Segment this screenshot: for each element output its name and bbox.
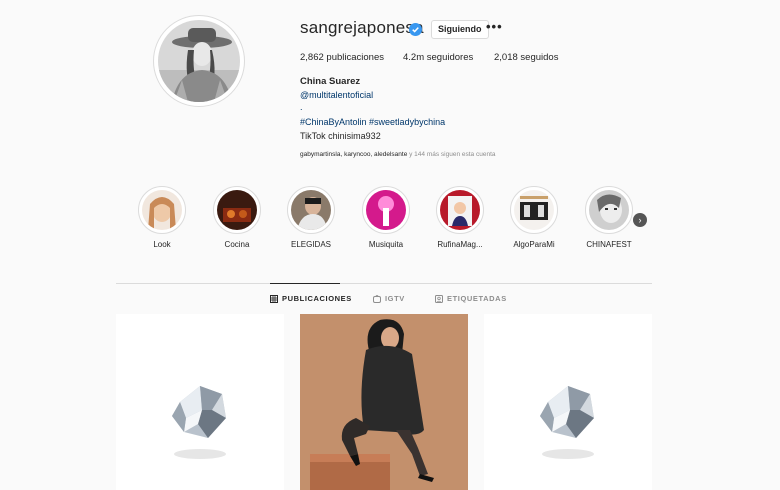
highlight-ring	[287, 186, 335, 234]
tab-tagged-label: ETIQUETADAS	[447, 294, 507, 303]
posts-value: 2,862	[300, 52, 324, 63]
highlight-ring	[213, 186, 261, 234]
tab-tagged[interactable]: ETIQUETADAS	[435, 294, 507, 303]
profile-username: sangrejaponesa	[300, 18, 424, 37]
highlight-thumbnail	[291, 190, 331, 230]
following-label: seguidos	[520, 52, 559, 63]
highlight-chinafest[interactable]: CHINAFEST	[584, 186, 634, 249]
highlight-ring	[585, 186, 633, 234]
profile-full-name: China Suarez	[300, 76, 361, 87]
avatar[interactable]	[158, 20, 240, 102]
highlight-cocina[interactable]: Cocina	[212, 186, 262, 249]
highlight-look[interactable]: Look	[137, 186, 187, 249]
tab-igtv[interactable]: IGTV	[373, 294, 405, 303]
highlight-label: CHINAFEST	[586, 240, 632, 249]
bio-dot: .	[300, 102, 303, 112]
highlight-label: Cocina	[224, 240, 250, 249]
highlight-label: Look	[153, 240, 171, 249]
followed-by-names: gabymartinsla, karyncoo, aledelsante	[300, 151, 408, 158]
tagged-icon	[435, 294, 443, 303]
highlight-rufinamag[interactable]: RufinaMag...	[435, 186, 485, 249]
tab-posts[interactable]: PUBLICACIONES	[270, 294, 352, 303]
following-button[interactable]: Siguiendo	[431, 20, 489, 39]
following-count[interactable]: 2,018 seguidos	[494, 52, 558, 63]
highlight-musiquita[interactable]: Musiquita	[361, 186, 411, 249]
diamond-image	[484, 314, 652, 490]
highlight-label: RufinaMag...	[437, 240, 483, 249]
followed-by-rest: y 144 más siguen esta cuenta	[409, 151, 496, 158]
highlight-label: ELEGIDAS	[290, 240, 331, 249]
followed-by[interactable]: gabymartinsla, karyncoo, aledelsante y 1…	[300, 151, 496, 158]
highlight-ring	[436, 186, 484, 234]
post-thumbnail-2[interactable]	[300, 314, 468, 490]
fashion-photo	[300, 314, 468, 490]
highlight-label: AlgoParaMi	[513, 240, 555, 249]
grid-icon	[270, 294, 278, 303]
verified-badge-icon	[409, 23, 422, 36]
highlight-thumbnail	[142, 190, 182, 230]
posts-label: publicaciones	[326, 52, 384, 63]
posts-count: 2,862 publicaciones	[300, 52, 384, 63]
highlight-algoparami[interactable]: AlgoParaMi	[509, 186, 559, 249]
highlight-thumbnail	[217, 190, 257, 230]
more-options-icon[interactable]: •••	[486, 19, 503, 34]
tab-posts-label: PUBLICACIONES	[282, 294, 352, 303]
tab-igtv-label: IGTV	[385, 294, 405, 303]
highlight-thumbnail	[366, 190, 406, 230]
highlight-thumbnail	[589, 190, 629, 230]
followers-value: 4.2m	[403, 52, 425, 63]
bio-tiktok: TikTok chinisima932	[300, 131, 381, 141]
diamond-image	[116, 314, 284, 490]
highlight-ring	[138, 186, 186, 234]
followers-label: seguidores	[426, 52, 474, 63]
chevron-right-icon[interactable]: ›	[633, 213, 647, 227]
active-tab-indicator	[270, 283, 340, 284]
highlight-elegidas[interactable]: ELEGIDAS	[286, 186, 336, 249]
following-value: 2,018	[494, 52, 518, 63]
highlight-thumbnail	[440, 190, 480, 230]
highlight-ring	[510, 186, 558, 234]
post-thumbnail-3[interactable]	[484, 314, 652, 490]
post-thumbnail-1[interactable]	[116, 314, 284, 490]
bio-mention-link[interactable]: @multitalentoficial	[300, 90, 373, 100]
bio-hashtags[interactable]: #ChinaByAntolin #sweetladybychina	[300, 117, 445, 127]
highlight-label: Musiquita	[368, 240, 404, 249]
highlight-ring	[362, 186, 410, 234]
highlight-thumbnail	[514, 190, 554, 230]
tabs-divider	[116, 283, 652, 284]
igtv-icon	[373, 294, 381, 303]
followers-count[interactable]: 4.2m seguidores	[403, 52, 473, 63]
